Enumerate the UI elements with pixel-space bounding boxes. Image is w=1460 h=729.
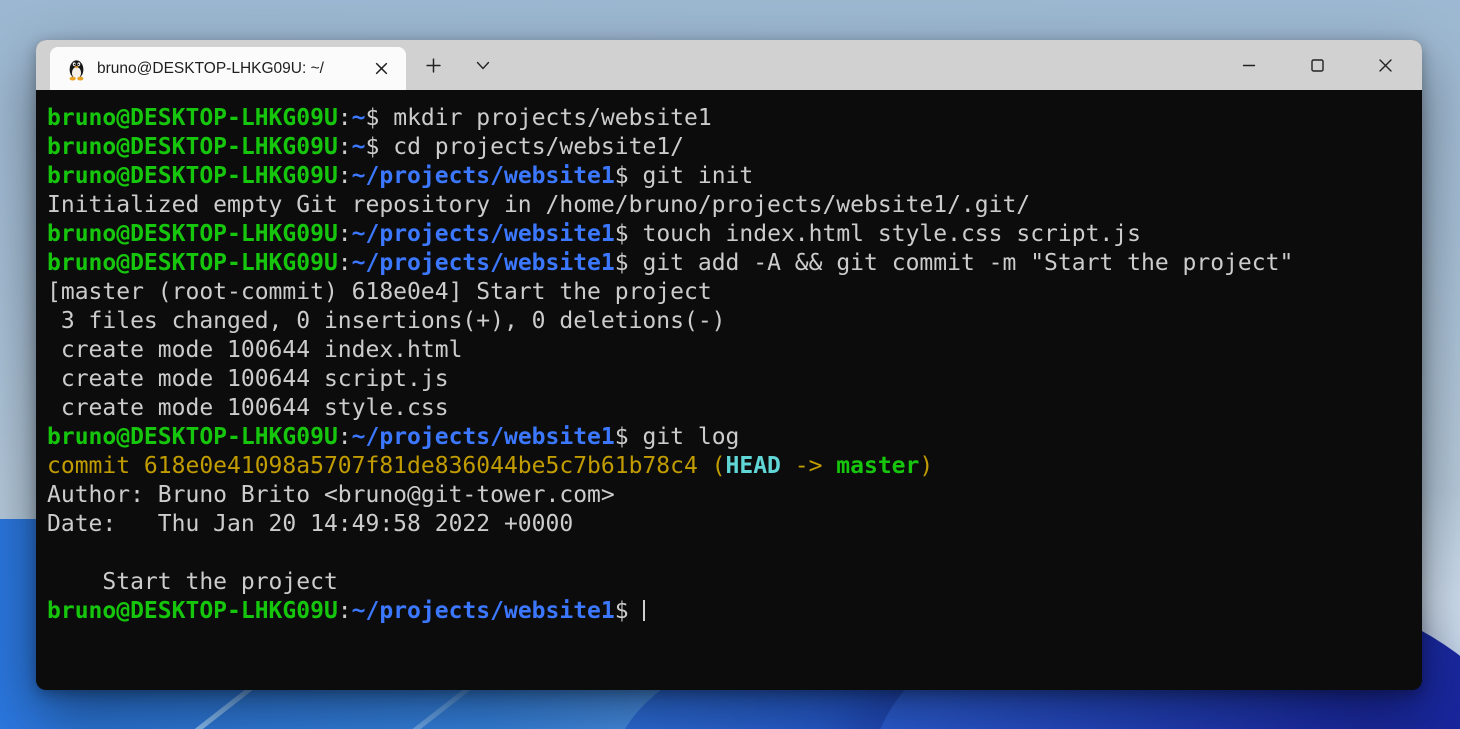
terminal-output[interactable]: bruno@DESKTOP-LHKG09U:~$ mkdir projects/… [36,90,1422,640]
tab-close-icon[interactable] [368,56,394,82]
terminal-tab[interactable]: bruno@DESKTOP-LHKG09U: ~/ [50,47,406,90]
terminal-text-segment: $ [615,221,643,247]
terminal-line: 3 files changed, 0 insertions(+), 0 dele… [47,307,1411,336]
terminal-text-segment: : [338,424,352,450]
plus-icon [426,58,441,73]
terminal-text-segment: : [338,250,352,276]
terminal-line [47,539,1411,568]
terminal-text-segment: git add -A && git commit -m "Start the p… [642,250,1293,276]
terminal-text-segment: ~/projects/website1 [352,163,615,189]
terminal-window: bruno@DESKTOP-LHKG09U: ~/ bruno@DESKTOP-… [36,40,1422,690]
terminal-text-segment: $ [366,105,394,131]
terminal-text-segment: $ [366,134,394,160]
terminal-text-segment: bruno@DESKTOP-LHKG09U [47,424,338,450]
maximize-button[interactable] [1294,40,1340,90]
terminal-text-segment: : [338,105,352,131]
terminal-line: commit 618e0e41098a5707f81de836044be5c7b… [47,452,1411,481]
terminal-text-segment: mkdir projects/website1 [393,105,712,131]
terminal-text-segment: ~/projects/website1 [352,221,615,247]
terminal-text-segment: ) [919,453,933,479]
terminal-text-segment: git log [642,424,739,450]
new-tab-button[interactable] [414,49,452,81]
chevron-down-icon [476,61,490,70]
terminal-text-segment: HEAD [726,453,781,479]
terminal-line: bruno@DESKTOP-LHKG09U:~/projects/website… [47,597,1411,626]
terminal-line: bruno@DESKTOP-LHKG09U:~/projects/website… [47,423,1411,452]
terminal-line: bruno@DESKTOP-LHKG09U:~/projects/website… [47,249,1411,278]
terminal-line: Author: Bruno Brito <bruno@git-tower.com… [47,481,1411,510]
terminal-line: create mode 100644 index.html [47,336,1411,365]
terminal-text-segment: commit 618e0e41098a5707f81de836044be5c7b… [47,453,726,479]
terminal-line: bruno@DESKTOP-LHKG09U:~$ mkdir projects/… [47,104,1411,133]
terminal-line: Start the project [47,568,1411,597]
terminal-line: [master (root-commit) 618e0e4] Start the… [47,278,1411,307]
terminal-text-segment: -> [781,453,836,479]
terminal-text-segment: : [338,598,352,624]
tab-title: bruno@DESKTOP-LHKG09U: ~/ [97,60,358,78]
maximize-icon [1310,58,1325,73]
terminal-text-segment: : [338,163,352,189]
tab-dropdown-button[interactable] [464,49,502,81]
terminal-text-segment: bruno@DESKTOP-LHKG09U [47,105,338,131]
terminal-text-segment: : [338,221,352,247]
terminal-text-segment: create mode 100644 script.js [47,366,449,392]
terminal-text-segment: bruno@DESKTOP-LHKG09U [47,163,338,189]
terminal-text-segment: Author: Bruno Brito <bruno@git-tower.com… [47,482,615,508]
linux-tux-icon [66,57,87,81]
terminal-text-segment: ~/projects/website1 [352,598,615,624]
terminal-text-segment: Date: Thu Jan 20 14:49:58 2022 +0000 [47,511,573,537]
terminal-line: create mode 100644 style.css [47,394,1411,423]
terminal-text-segment: master [836,453,919,479]
terminal-line: create mode 100644 script.js [47,365,1411,394]
terminal-text-segment: [master (root-commit) 618e0e4] Start the… [47,279,712,305]
minimize-icon [1242,58,1256,72]
terminal-text-segment: $ [615,424,643,450]
window-controls [1226,40,1422,90]
terminal-line: bruno@DESKTOP-LHKG09U:~/projects/website… [47,220,1411,249]
terminal-text-segment: touch index.html style.css script.js [642,221,1141,247]
close-icon [1378,58,1393,73]
terminal-text-segment: 3 files changed, 0 insertions(+), 0 dele… [47,308,726,334]
close-button[interactable] [1362,40,1408,90]
terminal-text-segment: $ [615,598,643,624]
terminal-line: Initialized empty Git repository in /hom… [47,191,1411,220]
titlebar[interactable]: bruno@DESKTOP-LHKG09U: ~/ [36,40,1422,90]
minimize-button[interactable] [1226,40,1272,90]
terminal-cursor [643,600,645,621]
terminal-text-segment: ~ [352,105,366,131]
terminal-text-segment: create mode 100644 style.css [47,395,449,421]
terminal-text-segment: git init [642,163,753,189]
terminal-text-segment: Start the project [47,569,338,595]
terminal-line: bruno@DESKTOP-LHKG09U:~/projects/website… [47,162,1411,191]
terminal-text-segment: : [338,134,352,160]
terminal-text-segment: $ [615,250,643,276]
terminal-text-segment: ~/projects/website1 [352,250,615,276]
terminal-text-segment: bruno@DESKTOP-LHKG09U [47,134,338,160]
terminal-line: bruno@DESKTOP-LHKG09U:~$ cd projects/web… [47,133,1411,162]
terminal-text-segment: cd projects/website1/ [393,134,684,160]
terminal-text-segment: ~ [352,134,366,160]
terminal-line: Date: Thu Jan 20 14:49:58 2022 +0000 [47,510,1411,539]
terminal-text-segment: bruno@DESKTOP-LHKG09U [47,598,338,624]
terminal-text-segment: $ [615,163,643,189]
terminal-text-segment: bruno@DESKTOP-LHKG09U [47,250,338,276]
terminal-text-segment: bruno@DESKTOP-LHKG09U [47,221,338,247]
terminal-text-segment: ~/projects/website1 [352,424,615,450]
terminal-text-segment: create mode 100644 index.html [47,337,462,363]
terminal-text-segment: Initialized empty Git repository in /hom… [47,192,1030,218]
